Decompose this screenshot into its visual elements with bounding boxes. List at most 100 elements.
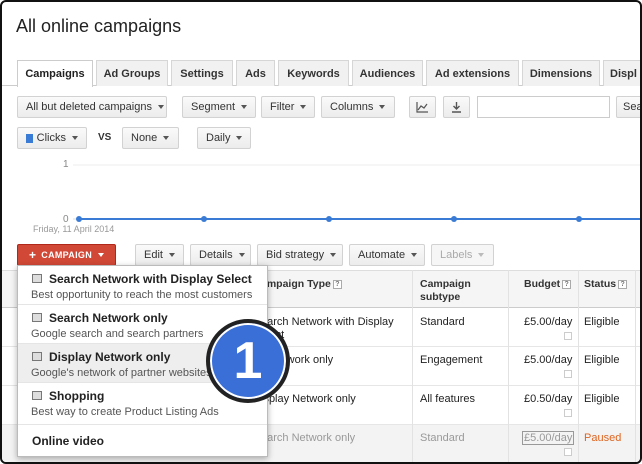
help-icon[interactable]: ? (332, 279, 342, 289)
add-campaign-label: CAMPAIGN (41, 250, 93, 260)
clicks-data-point[interactable] (451, 216, 457, 222)
chevron-down-icon (478, 253, 485, 257)
filter-dropdown[interactable]: Filter (261, 96, 315, 118)
clicks-data-point[interactable] (201, 216, 207, 222)
tab-ads[interactable]: Ads (236, 60, 275, 86)
chevron-down-icon (236, 136, 243, 140)
edit-budget-icon[interactable] (564, 332, 572, 340)
chevron-down-icon (300, 105, 307, 109)
budget-cell[interactable]: £5.00/day (522, 431, 575, 445)
campaign-subtype-cell: Standard (420, 316, 465, 328)
app-window: All online campaigns Campaigns Ad Groups… (0, 0, 642, 464)
display-network-icon (32, 352, 42, 361)
step-number-badge: 1 (206, 319, 290, 403)
column-divider (635, 270, 636, 462)
clicks-data-point[interactable] (326, 216, 332, 222)
help-icon[interactable]: ? (618, 279, 628, 289)
search-network-icon (32, 313, 42, 322)
help-icon[interactable]: ? (562, 279, 572, 289)
campaign-subtype-cell: Standard (420, 432, 465, 444)
shopping-icon (32, 391, 42, 400)
campaign-type-cell: isplay Network only (261, 393, 356, 405)
tab-campaigns[interactable]: Campaigns (17, 60, 93, 87)
clicks-data-point[interactable] (76, 216, 82, 222)
period-dropdown[interactable]: Daily (197, 127, 251, 149)
metric1-dropdown[interactable]: Clicks (17, 127, 87, 149)
tab-keywords[interactable]: Keywords (278, 60, 349, 86)
filter-label: Filter (270, 101, 295, 113)
download-icon (452, 101, 461, 113)
tab-settings[interactable]: Settings (171, 60, 233, 86)
automate-label: Automate (358, 249, 406, 261)
clicks-data-point[interactable] (576, 216, 582, 222)
tab-ad-extensions[interactable]: Ad extensions (426, 60, 519, 86)
details-label: Details (199, 249, 233, 261)
metric2-dropdown[interactable]: None (122, 127, 179, 149)
edit-budget-icon[interactable] (564, 370, 572, 378)
budget-cell[interactable]: £5.00/day (524, 316, 572, 329)
tab-ad-groups[interactable]: Ad Groups (96, 60, 168, 86)
edit-budget-icon[interactable] (564, 409, 572, 417)
campaign-type-cell: earch Network only (261, 432, 356, 444)
bid-strategy-dropdown[interactable]: Bid strategy (257, 244, 343, 266)
column-divider (578, 270, 579, 462)
status-cell: Eligible (584, 393, 620, 405)
chevron-down-icon (411, 253, 418, 257)
column-header-campaign-type[interactable]: ampaign Type? (261, 278, 342, 291)
download-button[interactable] (443, 96, 470, 118)
labels-dropdown: Labels (431, 244, 494, 266)
chart-toggle-button[interactable] (409, 96, 436, 118)
status-cell: Paused (584, 432, 622, 444)
bid-strategy-label: Bid strategy (266, 249, 325, 261)
chevron-down-icon (72, 136, 78, 140)
search-input[interactable] (477, 96, 610, 118)
vs-label: VS (98, 132, 112, 143)
series-color-swatch (26, 133, 33, 143)
edit-dropdown[interactable]: Edit (135, 244, 184, 266)
column-divider (412, 270, 413, 462)
status-cell: Eligible (584, 354, 620, 366)
chevron-down-icon (157, 105, 164, 109)
details-dropdown[interactable]: Details (190, 244, 251, 266)
tab-dimensions[interactable]: Dimensions (522, 60, 600, 86)
chevron-down-icon (163, 136, 170, 140)
chevron-down-icon (379, 105, 386, 109)
clicks-chart (73, 164, 640, 222)
status-cell: Eligible (584, 316, 620, 328)
column-header-campaign-subtype[interactable]: Campaign subtype (420, 278, 471, 304)
columns-dropdown[interactable]: Columns (321, 96, 395, 118)
plus-icon: + (28, 248, 37, 262)
column-header-status[interactable]: Status? (584, 278, 628, 291)
campaign-subtype-cell: Engagement (420, 354, 483, 366)
chevron-down-icon (238, 253, 245, 257)
tab-audiences[interactable]: Audiences (352, 60, 423, 86)
column-header-budget[interactable]: Budget? (524, 278, 572, 291)
campaign-filter-label: All but deleted campaigns (26, 101, 152, 113)
chevron-down-icon (168, 253, 175, 257)
column-divider (508, 270, 509, 462)
columns-label: Columns (330, 101, 374, 113)
menu-item-search-display-select[interactable]: Search Network with Display Select Best … (18, 266, 267, 304)
campaign-type-icon (32, 274, 42, 283)
segment-label: Segment (191, 101, 236, 113)
metric1-label: Clicks (36, 132, 66, 144)
chevron-down-icon (241, 105, 248, 109)
campaign-subtype-cell: All features (420, 393, 476, 405)
automate-dropdown[interactable]: Automate (349, 244, 425, 266)
budget-cell[interactable]: £0.50/day (524, 393, 572, 406)
edit-label: Edit (144, 249, 163, 261)
edit-budget-icon[interactable] (564, 448, 572, 456)
page-title: All online campaigns (16, 16, 182, 36)
menu-item-online-video[interactable]: Online video (18, 425, 267, 457)
add-campaign-button[interactable]: + CAMPAIGN (17, 244, 116, 266)
metric2-label: None (131, 132, 158, 144)
tab-display[interactable]: Displ (603, 60, 640, 86)
period-label: Daily (206, 132, 231, 144)
campaign-filter-dropdown[interactable]: All but deleted campaigns (17, 96, 167, 118)
chevron-down-icon (98, 253, 105, 257)
budget-cell[interactable]: £5.00/day (524, 354, 572, 367)
chevron-down-icon (330, 253, 337, 257)
search-button[interactable]: Sea (616, 96, 640, 118)
segment-dropdown[interactable]: Segment (182, 96, 256, 118)
line-chart-icon (416, 101, 428, 113)
